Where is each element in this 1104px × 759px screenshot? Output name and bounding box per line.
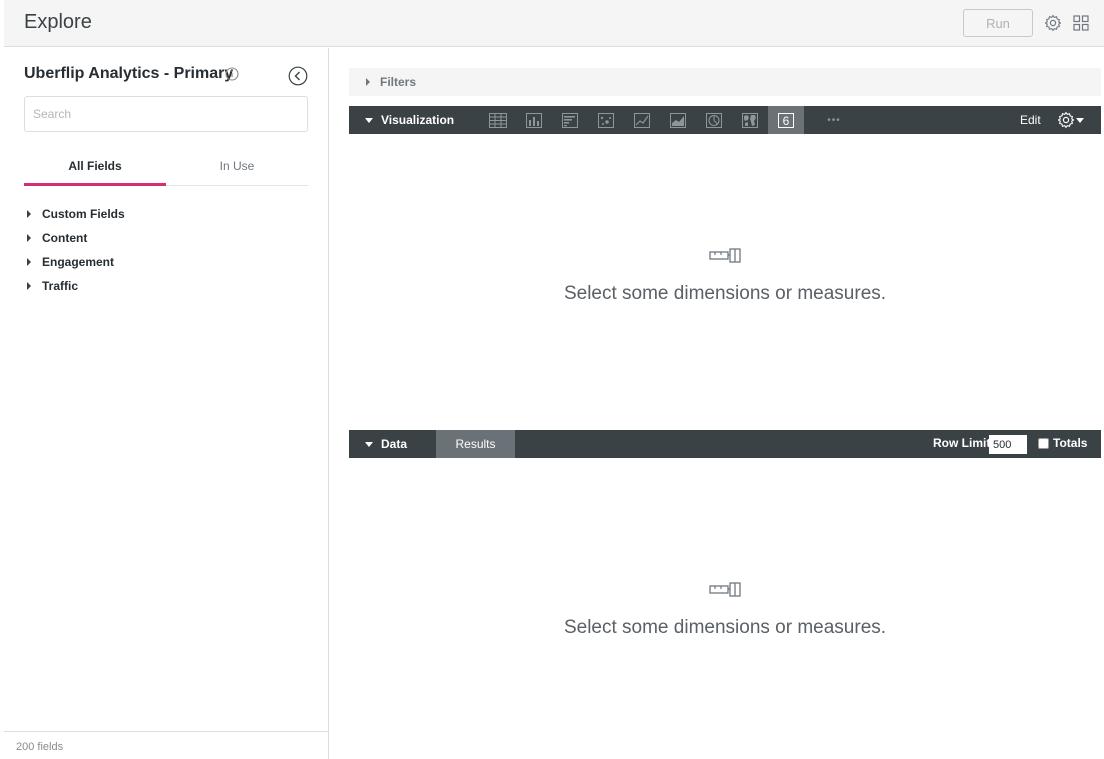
line-chart-icon[interactable] [624,106,660,134]
model-title: Uberflip Analytics - Primary [24,65,234,82]
ruler-icon [709,582,741,597]
caret-right-icon [27,234,31,242]
visualization-bar: Visualization 6 ••• Edit [349,106,1101,134]
top-header: Explore Run [4,0,1104,47]
more-visualizations-icon[interactable]: ••• [816,106,852,134]
edit-visualization-link[interactable]: Edit [1020,113,1041,127]
single-value-icon[interactable]: 6 [768,106,804,134]
gear-icon[interactable] [1044,14,1062,32]
area-chart-icon[interactable] [660,106,696,134]
filters-section-toggle[interactable]: Filters [349,68,1101,96]
caret-down-icon[interactable] [365,117,373,123]
field-group-content[interactable]: Content [24,226,308,250]
column-chart-icon[interactable] [516,106,552,134]
info-icon[interactable] [225,67,239,81]
field-group-custom-fields[interactable]: Custom Fields [24,202,308,226]
field-group-label: Content [42,231,88,245]
caret-right-icon [366,78,370,86]
visualization-empty-state: Select some dimensions or measures. [349,248,1101,305]
row-limit-label: Row Limit [933,436,991,450]
scatter-icon[interactable] [588,106,624,134]
field-picker-sidebar: Uberflip Analytics - Primary All Fields … [4,48,329,759]
bar-chart-icon[interactable] [552,106,588,134]
field-group-label: Custom Fields [42,207,125,221]
visualization-empty-message: Select some dimensions or measures. [563,283,887,304]
data-bar: Data Results Row Limit Totals [349,430,1101,458]
field-tabs: All Fields In Use [24,154,308,186]
field-group-engagement[interactable]: Engagement [24,250,308,274]
totals-checkbox[interactable] [1038,438,1049,449]
field-group-label: Engagement [42,255,115,269]
data-empty-message: Select some dimensions or measures. [563,617,887,638]
caret-right-icon [27,282,31,290]
visualization-settings-button[interactable] [1057,111,1087,129]
tab-in-use[interactable]: In Use [166,154,308,185]
caret-right-icon [27,258,31,266]
field-search-input[interactable] [24,96,308,132]
row-limit-input[interactable] [989,435,1027,454]
field-count: 200 fields [4,731,329,759]
run-button[interactable]: Run [963,9,1033,37]
field-group-list: Custom Fields Content Engagement Traffic [24,202,308,298]
field-group-traffic[interactable]: Traffic [24,274,308,298]
tab-all-fields[interactable]: All Fields [24,154,166,186]
data-empty-state: Select some dimensions or measures. [349,582,1101,639]
data-label[interactable]: Data [381,437,407,451]
single-value-glyph: 6 [783,114,790,128]
main-panel: Filters Visualization 6 ••• Edit Select … [330,48,1104,759]
chevron-down-icon [1076,118,1084,123]
visualization-label[interactable]: Visualization [381,113,454,127]
gear-icon [1057,111,1075,129]
pie-chart-icon[interactable] [696,106,732,134]
tab-results[interactable]: Results [436,430,515,458]
map-icon[interactable] [732,106,768,134]
grid-icon[interactable] [1072,14,1090,32]
field-group-label: Traffic [42,279,79,293]
ruler-icon [709,248,741,263]
caret-down-icon[interactable] [365,441,373,447]
page-title: Explore [24,11,92,33]
filters-label: Filters [380,75,417,89]
caret-right-icon [27,210,31,218]
explore-app: Explore Run Uberflip Analytics - Primary… [0,0,1104,759]
table-icon[interactable] [480,106,516,134]
totals-label: Totals [1053,436,1088,450]
collapse-sidebar-icon[interactable] [288,66,308,86]
